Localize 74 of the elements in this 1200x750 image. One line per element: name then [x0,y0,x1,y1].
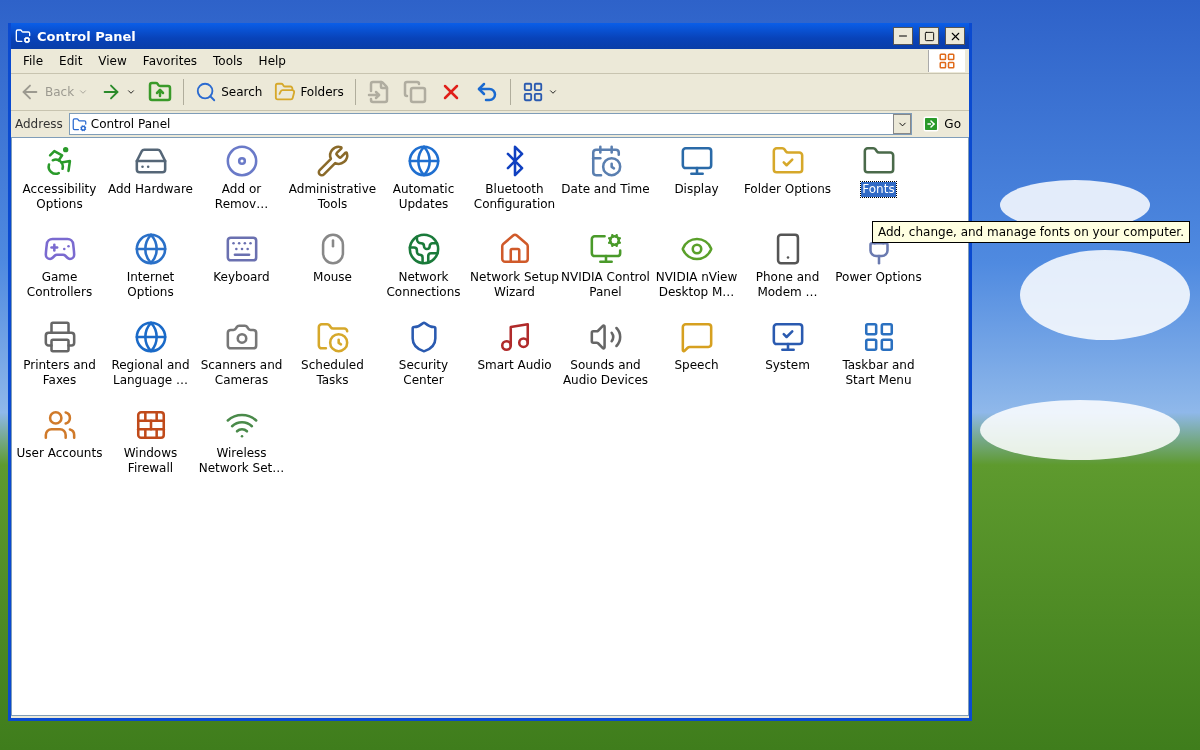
item-label[interactable]: Printers and Faxes [14,358,105,388]
menu-item[interactable]: File [15,52,52,70]
globe-icon[interactable] [406,144,441,178]
users-icon[interactable] [42,408,77,442]
item-label[interactable]: Speech [673,358,720,373]
caret-icon [126,87,137,97]
copy-icon [402,80,427,104]
item-label[interactable]: Phone and Modem … [742,270,833,300]
item-label[interactable]: Add Hardware [107,182,194,197]
go-button[interactable]: Go [918,115,965,133]
item-label[interactable]: Network Connections [378,270,469,300]
address-label: Address [15,117,63,131]
item-label[interactable]: Display [673,182,720,197]
item-label[interactable]: Smart Audio [476,358,553,373]
search-button[interactable]: Search [191,79,267,105]
item-label[interactable]: NVIDIA nView Desktop M… [651,270,742,300]
control-panel-icon [15,28,31,44]
globe-icon[interactable] [406,232,441,266]
address-value: Control Panel [90,117,171,131]
maximize-icon [923,30,935,42]
tooltip: Add, change, and manage fonts on your computer. [872,221,1190,243]
item-label[interactable]: Wireless Network Set… [196,446,287,476]
item-label[interactable]: System [764,358,811,373]
globe-icon[interactable] [133,320,168,354]
item-label[interactable]: Administrative Tools [287,182,378,212]
folder-icon [274,81,297,103]
maximize-button[interactable] [919,27,939,45]
item-label[interactable]: Taskbar and Start Menu [833,358,924,388]
item-label[interactable]: Game Controllers [14,270,105,300]
item-label[interactable]: Folder Options [742,182,833,197]
item-label[interactable]: Scheduled Tasks [287,358,378,388]
item-label[interactable]: Accessibility Options [14,182,105,212]
item-label[interactable]: Keyboard [212,270,271,285]
menu-item[interactable]: Tools [205,52,251,70]
disc-icon[interactable] [224,144,259,178]
grid-icon [521,81,544,103]
item-label[interactable]: NVIDIA Control Panel [560,270,651,300]
move-icon [366,80,391,104]
item-label[interactable]: Power Options [834,270,923,285]
menu-item[interactable]: Help [250,52,294,70]
monitor-icon[interactable] [770,320,805,354]
item-label[interactable]: Internet Options [105,270,196,300]
item-label[interactable]: Add or Remov… [196,182,287,212]
item-label[interactable]: Fonts [861,182,896,197]
item-label[interactable]: Bluetooth Configuration [469,182,560,212]
caret-icon [547,87,558,97]
item-label[interactable]: Scanners and Cameras [196,358,287,388]
globe-icon[interactable] [133,232,168,266]
printer-icon[interactable] [42,320,77,354]
item-label[interactable]: Regional and Language … [105,358,196,388]
folders-button[interactable]: Folders [270,79,348,105]
caret-icon [78,87,89,97]
control-panel-icon [71,116,87,132]
search-icon [195,81,218,103]
item-label[interactable]: Automatic Updates [378,182,469,212]
item-label[interactable]: Windows Firewall [105,446,196,476]
menu-item[interactable]: Edit [51,52,91,70]
item-label[interactable]: Network Setup Wizard [469,270,560,300]
close-button[interactable] [945,27,965,45]
address-field[interactable]: Control Panel [68,113,913,135]
item-label[interactable]: User Accounts [15,446,104,461]
window-title: Control Panel [37,28,137,44]
item-label[interactable]: Date and Time [560,182,651,197]
item-label[interactable]: Mouse [312,270,353,285]
wrench-icon[interactable] [315,144,350,178]
monitor-icon[interactable] [679,144,714,178]
minimize-button[interactable] [893,27,913,45]
item-label[interactable]: Security Center [378,358,469,388]
folder-up-icon [148,80,173,104]
monitor-icon[interactable] [588,232,623,266]
dropdown-button[interactable] [893,114,912,134]
menu-item[interactable]: View [90,52,135,70]
menu-item[interactable]: Favorites [134,52,206,70]
item-label[interactable]: Sounds and Audio Devices [560,358,651,388]
